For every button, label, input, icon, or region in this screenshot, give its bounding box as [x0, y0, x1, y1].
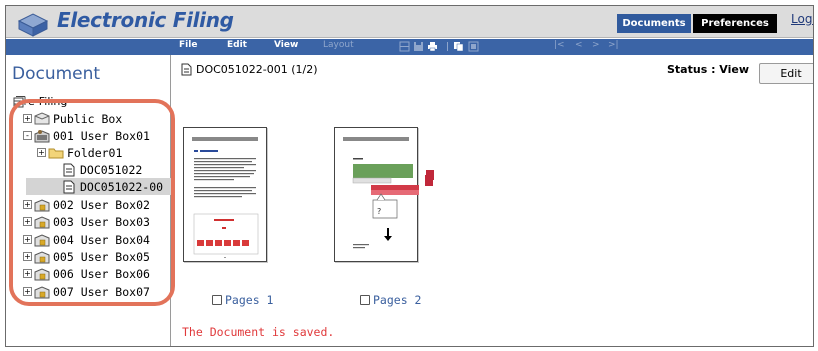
locked-box-icon [34, 250, 50, 263]
tree-item-user-box-004[interactable]: + 004 User Box04 [23, 231, 150, 248]
paste-icon[interactable] [468, 41, 479, 52]
tree-item-label: 007 User Box07 [53, 284, 150, 299]
menubar: File Edit View Layout |< < > >| [6, 39, 813, 55]
red-marker-icon [425, 175, 433, 186]
tree-item-label: 005 User Box05 [53, 249, 150, 264]
page-2-content-graphic [352, 158, 419, 249]
tree-item-user-box-005[interactable]: + 005 User Box05 [23, 248, 150, 265]
tree-item-label: DOC051022 [80, 162, 143, 177]
document-view-panel: DOC051022-001 (1/2) Status : View Edit ?… [172, 55, 813, 346]
locked-box-icon [34, 285, 50, 298]
tree-item-label: Public Box [53, 111, 123, 126]
document-path-label: DOC051022-001 (1/2) [196, 63, 318, 76]
tree-item-label: 006 User Box06 [53, 266, 150, 281]
locked-box-icon [34, 233, 50, 246]
page-thumbnail-1[interactable] [183, 127, 267, 262]
page-1-content-graphic [193, 150, 259, 258]
e-filing-logo-icon [17, 13, 49, 37]
document-icon [63, 163, 75, 176]
tree-item-user-box-003[interactable]: + 003 User Box03 [23, 213, 150, 230]
save-icon[interactable] [413, 41, 424, 52]
page-1-checkbox[interactable]: Pages 1 [212, 293, 273, 307]
checkbox-icon[interactable] [212, 295, 222, 305]
print-icon[interactable] [427, 41, 438, 52]
folder-icon [48, 148, 64, 158]
header: Electronic Filing Documents Preferences … [6, 6, 813, 38]
menu-layout[interactable]: Layout [323, 40, 354, 50]
app-title: Electronic Filing [57, 8, 234, 32]
document-icon [63, 180, 75, 193]
expand-icon[interactable]: + [23, 235, 32, 244]
tree-item-label: 001 User Box01 [53, 128, 150, 143]
tree-item-doc051022-001[interactable]: DOC051022-00 [26, 178, 171, 195]
document-icon [181, 63, 192, 76]
page-2-checkbox[interactable]: Pages 2 [360, 293, 421, 307]
tree-item-label: Folder01 [67, 145, 123, 160]
tree-item-folder01[interactable]: + Folder01 [37, 144, 122, 161]
tree-item-user-box-006[interactable]: + 006 User Box06 [23, 265, 150, 282]
tree-item-user-box-001[interactable]: - 001 User Box01 [23, 127, 150, 144]
expand-icon[interactable]: + [23, 217, 32, 226]
tree-item-label: 003 User Box03 [53, 214, 150, 229]
menu-edit[interactable]: Edit [227, 40, 247, 50]
page-thumbnail-2[interactable] [334, 127, 434, 262]
document-tree-panel: Document e-Filing + Public Box - 001 Use… [6, 55, 171, 346]
tree-item-label: 002 User Box02 [53, 197, 150, 212]
expand-icon[interactable]: + [23, 200, 32, 209]
cabinet-icon [13, 95, 26, 107]
status-label: Status : View [667, 63, 750, 76]
locked-box-icon [34, 198, 50, 211]
tree-item-user-box-002[interactable]: + 002 User Box02 [23, 196, 150, 213]
nav-documents-tab[interactable]: Documents [617, 14, 691, 33]
expand-icon[interactable]: + [23, 269, 32, 278]
app-window: Electronic Filing Documents Preferences … [5, 5, 814, 347]
copy-icon[interactable] [453, 41, 464, 52]
page-2-label: Pages 2 [373, 293, 422, 307]
collapse-icon[interactable]: - [23, 131, 32, 140]
tree-item-label: DOC051022-00 [80, 179, 164, 194]
document-path: DOC051022-001 (1/2) [181, 63, 318, 76]
menu-view[interactable]: View [274, 40, 298, 50]
previous-page-icon[interactable]: < [575, 40, 583, 50]
tree-item-doc051022[interactable]: DOC051022 [61, 161, 142, 178]
locked-box-icon [34, 215, 50, 228]
public-box-icon [34, 111, 50, 124]
user-box-open-icon [34, 129, 50, 142]
menu-file[interactable]: File [179, 40, 197, 50]
expand-icon[interactable]: + [23, 252, 32, 261]
tree-item-user-box-007[interactable]: + 007 User Box07 [23, 283, 150, 300]
page-1-label: Pages 1 [225, 293, 274, 307]
tree-root-label: e-Filing [28, 95, 68, 108]
tree-item-label: 004 User Box04 [53, 232, 150, 247]
login-link[interactable]: Logi [791, 12, 813, 26]
locked-box-icon [34, 267, 50, 280]
checkbox-icon[interactable] [360, 295, 370, 305]
expand-icon[interactable]: + [37, 148, 46, 157]
tree-item-public-box[interactable]: + Public Box [23, 110, 122, 127]
first-page-icon[interactable]: |< [554, 40, 565, 50]
expand-icon[interactable]: + [23, 114, 32, 123]
thumb-question-mark: ? [377, 207, 382, 216]
tree-root[interactable]: e-Filing [12, 95, 67, 108]
next-page-icon[interactable]: > [592, 40, 600, 50]
edit-button[interactable]: Edit [759, 63, 813, 84]
thumbnail-view-icon[interactable] [399, 41, 410, 52]
last-page-icon[interactable]: >| [608, 40, 619, 50]
saved-message: The Document is saved. [182, 325, 335, 339]
expand-icon[interactable]: + [23, 287, 32, 296]
cut-icon[interactable] [442, 41, 453, 52]
panel-heading: Document [12, 64, 101, 84]
nav-preferences-tab[interactable]: Preferences [693, 14, 777, 33]
